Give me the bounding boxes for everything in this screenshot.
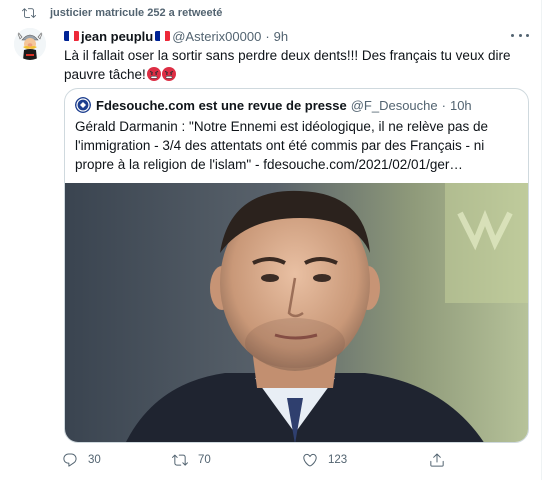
angry-face-icon bbox=[161, 67, 176, 81]
tweet-actions: 30 70 123 bbox=[58, 448, 498, 472]
retweet-icon bbox=[172, 454, 188, 466]
retweeted-by-text[interactable]: justicier matricule 252 a retweeté bbox=[50, 7, 222, 19]
separator-dot: · bbox=[265, 28, 270, 44]
author-handle[interactable]: @Asterix00000 bbox=[172, 29, 261, 44]
quoted-author-handle[interactable]: @F_Desouche bbox=[351, 98, 438, 113]
author-display-name[interactable]: jean peuplu bbox=[81, 29, 153, 44]
reply-button[interactable]: 30 bbox=[62, 448, 101, 472]
quoted-tweet-header: Fdesouche.com est une revue de presse @F… bbox=[75, 96, 472, 114]
angry-face-icon bbox=[146, 67, 161, 81]
france-flag-icon bbox=[64, 31, 79, 41]
tweet-timestamp[interactable]: 9h bbox=[274, 29, 288, 44]
separator-dot: · bbox=[441, 97, 446, 113]
avatar[interactable] bbox=[14, 28, 46, 60]
like-button[interactable]: 123 bbox=[302, 448, 347, 472]
more-options-icon[interactable] bbox=[511, 28, 529, 42]
quoted-tweet[interactable]: Fdesouche.com est une revue de presse @F… bbox=[64, 88, 529, 443]
share-button[interactable] bbox=[429, 448, 455, 472]
quoted-tweet-timestamp[interactable]: 10h bbox=[450, 98, 472, 113]
france-flag-icon bbox=[155, 31, 171, 41]
tweet-header: jean peuplu @Asterix00000 · 9h bbox=[64, 27, 288, 45]
tweet-text: Là il fallait oser la sortir sans perdre… bbox=[64, 46, 526, 84]
share-icon bbox=[430, 453, 444, 467]
quoted-avatar[interactable] bbox=[75, 97, 91, 113]
reply-count: 30 bbox=[88, 454, 101, 466]
retweet-count: 70 bbox=[198, 454, 211, 466]
retweet-button[interactable]: 70 bbox=[172, 448, 211, 472]
retweeted-by-banner[interactable]: justicier matricule 252 a retweeté bbox=[22, 4, 222, 22]
like-count: 123 bbox=[328, 454, 348, 466]
quoted-author-display-name[interactable]: Fdesouche.com est une revue de presse bbox=[96, 98, 347, 113]
retweet-icon bbox=[22, 8, 36, 18]
portrait-photo bbox=[65, 183, 528, 442]
quoted-tweet-text: Gérald Darmanin : "Notre Ennemi est idéo… bbox=[75, 119, 489, 172]
tweet-body: Là il fallait oser la sortir sans perdre… bbox=[64, 48, 511, 82]
reply-icon bbox=[63, 453, 77, 467]
quoted-tweet-photo[interactable] bbox=[65, 183, 528, 442]
asterix-avatar-image bbox=[14, 28, 46, 60]
tweet[interactable]: justicier matricule 252 a retweeté jean … bbox=[0, 0, 542, 480]
heart-icon bbox=[303, 453, 317, 467]
